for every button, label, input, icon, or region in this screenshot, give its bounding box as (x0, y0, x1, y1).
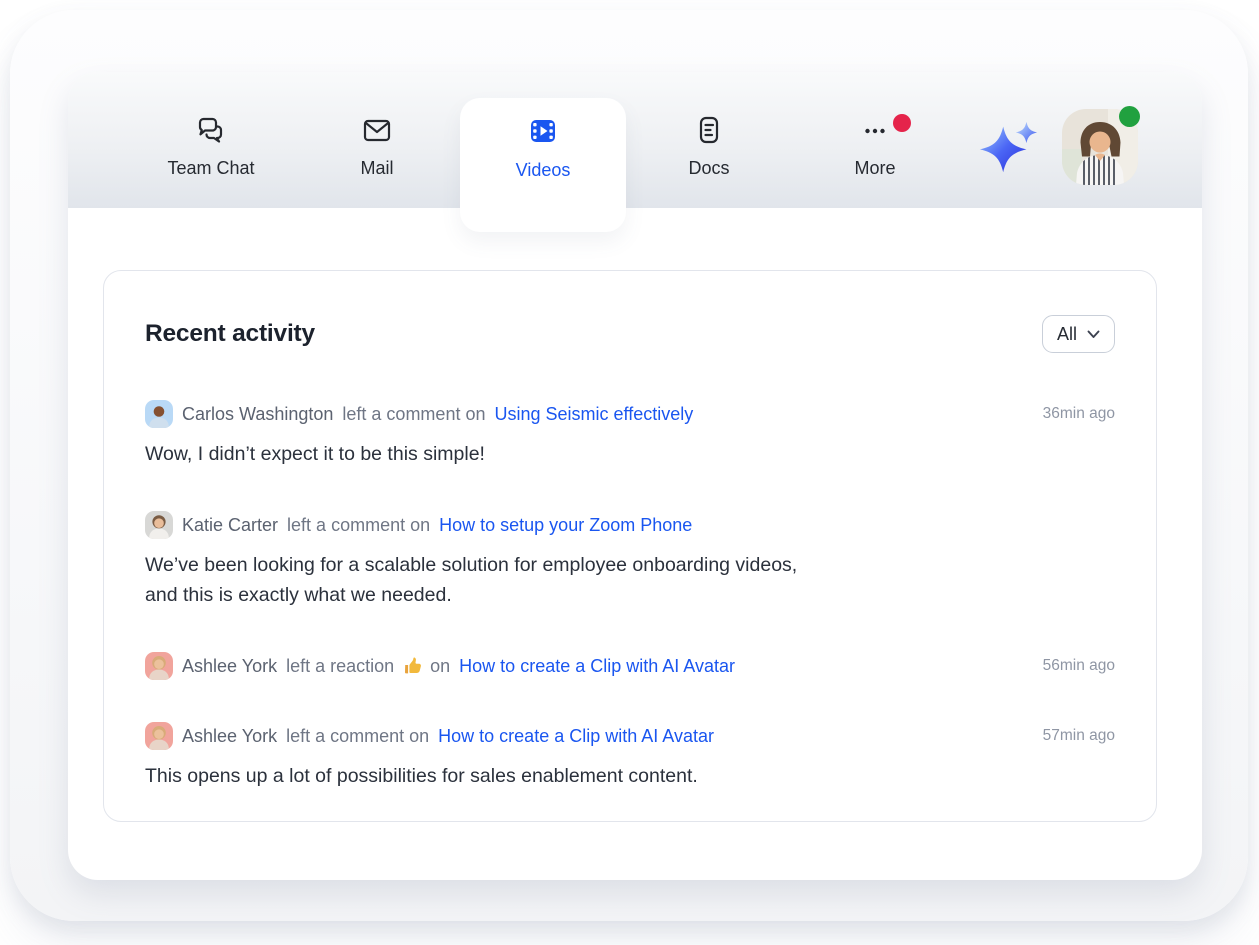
activity-item: Katie Carter left a comment on How to se… (145, 511, 1115, 610)
comment-text: This opens up a lot of possibilities for… (145, 761, 1115, 791)
tab-label-mail: Mail (360, 158, 393, 179)
comment-text: Wow, I didn’t expect it to be this simpl… (145, 439, 1115, 469)
actor-name: Carlos Washington (182, 400, 333, 428)
tab-label-more: More (854, 158, 895, 179)
tab-mail[interactable]: Mail (294, 72, 460, 208)
tab-docs[interactable]: Docs (626, 72, 792, 208)
video-link[interactable]: How to create a Clip with AI Avatar (459, 652, 735, 680)
activity-item-header: Ashlee York left a reaction on How to cr… (145, 652, 1115, 680)
panel-title: Recent activity (145, 320, 315, 348)
document-icon (691, 112, 727, 148)
activity-list: Carlos Washington left a comment on Usin… (145, 400, 1115, 791)
tab-label-videos: Videos (516, 160, 571, 181)
notification-badge (893, 114, 911, 132)
action-text: left a comment on (286, 722, 429, 750)
actor-name: Ashlee York (182, 722, 277, 750)
tab-bar: Team Chat Mail (68, 72, 1202, 208)
tab-label-team-chat: Team Chat (167, 158, 254, 179)
avatar-carlos-washington (145, 400, 173, 428)
app-window: Team Chat Mail (68, 72, 1202, 880)
presence-indicator (1119, 106, 1140, 127)
envelope-icon (359, 112, 395, 148)
recent-activity-panel: Recent activity All (103, 270, 1157, 822)
thumbs-up-reaction-icon (402, 656, 422, 676)
action-text: left a comment on (342, 400, 485, 428)
activity-item: Ashlee York left a reaction on How to cr… (145, 652, 1115, 680)
filter-dropdown[interactable]: All (1042, 315, 1115, 353)
actor-name: Ashlee York (182, 652, 277, 680)
filter-value: All (1057, 324, 1077, 345)
user-avatar[interactable] (1062, 109, 1138, 185)
tab-team-chat[interactable]: Team Chat (128, 72, 294, 208)
tab-more[interactable]: More (792, 72, 958, 208)
action-text: left a comment on (287, 511, 430, 539)
screenshot-stage: Team Chat Mail (0, 0, 1259, 945)
activity-item-header: Katie Carter left a comment on How to se… (145, 511, 1115, 539)
timestamp: 57min ago (1043, 722, 1115, 750)
activity-item-header: Carlos Washington left a comment on Usin… (145, 400, 1115, 428)
video-link[interactable]: How to create a Clip with AI Avatar (438, 722, 714, 750)
avatar-katie-carter (145, 511, 173, 539)
panel-header: Recent activity All (145, 315, 1115, 353)
chat-bubbles-icon (193, 112, 229, 148)
avatar-ashlee-york (145, 652, 173, 680)
activity-item: Ashlee York left a comment on How to cre… (145, 722, 1115, 791)
video-link[interactable]: Using Seismic effectively (494, 400, 693, 428)
tab-bar-right-cluster (978, 72, 1202, 208)
avatar-ashlee-york (145, 722, 173, 750)
activity-item: Carlos Washington left a comment on Usin… (145, 400, 1115, 469)
timestamp: 56min ago (1043, 652, 1115, 680)
ai-companion-sparkle-icon[interactable] (978, 118, 1040, 176)
action-text: left a reaction (286, 652, 394, 680)
comment-text: We’ve been looking for a scalable soluti… (145, 550, 1115, 610)
timestamp: 36min ago (1043, 400, 1115, 428)
tab-label-docs: Docs (688, 158, 729, 179)
video-link[interactable]: How to setup your Zoom Phone (439, 511, 692, 539)
chevron-down-icon (1087, 330, 1100, 339)
tab-videos-active[interactable]: Videos (460, 98, 626, 232)
outer-card: Team Chat Mail (10, 10, 1248, 921)
action-text: on (430, 652, 450, 680)
actor-name: Katie Carter (182, 511, 278, 539)
video-clip-icon (525, 113, 561, 149)
ellipsis-icon (857, 112, 893, 148)
tab-strip: Team Chat Mail (68, 72, 958, 208)
activity-item-header: Ashlee York left a comment on How to cre… (145, 722, 1115, 750)
